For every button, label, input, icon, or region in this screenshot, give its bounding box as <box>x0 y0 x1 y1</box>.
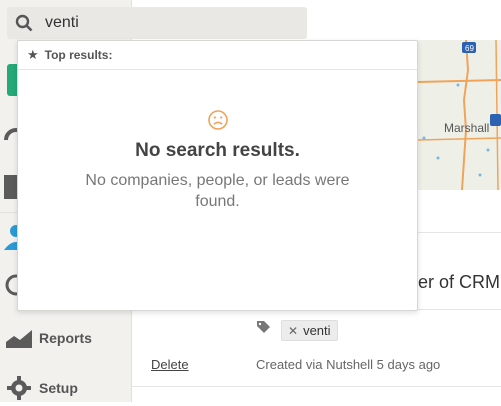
sidebar-item-reports[interactable]: Reports <box>0 320 131 356</box>
created-info: Created via Nutshell 5 days ago <box>256 357 441 372</box>
sidebar-item-label: Setup <box>39 380 78 396</box>
map-place-label: Marshall <box>444 121 490 135</box>
sidebar-item-setup[interactable]: Setup <box>0 370 131 406</box>
empty-state: No search results. No companies, people,… <box>18 109 417 212</box>
tag-icon <box>257 321 273 340</box>
tags-row: ✕ venti <box>257 320 338 341</box>
tag-chip[interactable]: ✕ venti <box>281 320 338 341</box>
highway-shield-label: 69 <box>465 44 474 53</box>
sidebar-item-label: Reports <box>39 330 92 346</box>
frown-icon <box>207 109 229 131</box>
remove-tag-icon[interactable]: ✕ <box>288 324 298 338</box>
star-icon: ★ <box>27 47 39 62</box>
search-icon <box>15 14 37 32</box>
no-results-message: No companies, people, or leads were foun… <box>85 172 350 210</box>
gear-icon <box>4 376 34 400</box>
delete-link[interactable]: Delete <box>151 357 189 372</box>
search-bar[interactable] <box>7 7 307 39</box>
search-input[interactable] <box>43 13 287 33</box>
tag-label: venti <box>303 323 331 338</box>
lead-title: er of CRM <box>418 272 501 292</box>
map[interactable]: 69 <box>418 40 501 190</box>
reports-icon <box>4 328 34 348</box>
search-results-dropdown: ★ Top results: No search results. No com… <box>17 40 418 311</box>
no-results-title: No search results. <box>135 140 300 161</box>
top-results-header: ★ Top results: <box>18 41 417 70</box>
